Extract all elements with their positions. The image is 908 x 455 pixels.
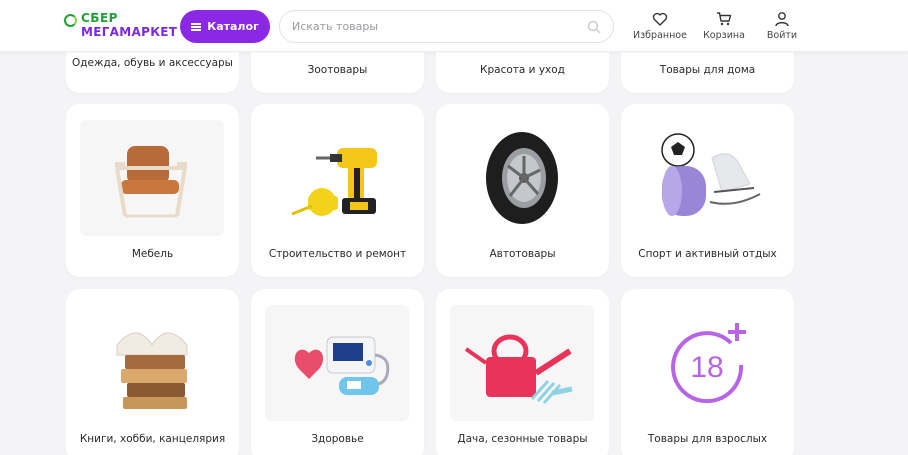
- menu-icon: [191, 22, 202, 31]
- category-label: Спорт и активный отдых: [638, 248, 777, 260]
- category-card-books[interactable]: Книги, хобби, канцелярия: [66, 289, 239, 455]
- search-bar: [279, 10, 614, 43]
- category-card-garden[interactable]: Дача, сезонные товары: [436, 289, 609, 455]
- logo-top-text: СБЕР: [81, 11, 118, 25]
- category-label: Автотовары: [489, 248, 556, 260]
- health-devices-image: [265, 305, 409, 421]
- search-input[interactable]: [292, 11, 582, 42]
- tire-image: [450, 120, 594, 236]
- catalog-button-label: Каталог: [207, 20, 259, 33]
- category-label: Товары для дома: [659, 64, 756, 76]
- category-card-furniture[interactable]: Мебель: [66, 104, 239, 277]
- category-label: Книги, хобби, канцелярия: [79, 433, 226, 445]
- armchair-image: [80, 120, 224, 236]
- favorites-label: Избранное: [633, 30, 687, 41]
- adult-18-image: 18: [635, 305, 779, 421]
- site-header: СБЕР МЕГАМАРКЕТ Каталог Избранное Корзин…: [0, 0, 908, 52]
- category-label: Дача, сезонные товары: [457, 433, 588, 445]
- category-label: Одежда, обувь и аксессуары: [72, 57, 233, 69]
- logo-bottom-text: МЕГАМАРКЕТ: [81, 25, 178, 39]
- heart-icon: [652, 12, 668, 26]
- watering-can-image: [450, 305, 594, 421]
- category-card-health[interactable]: Здоровье: [251, 289, 424, 455]
- category-card-adult[interactable]: 18 Товары для взрослых: [621, 289, 794, 455]
- category-card-construction[interactable]: Строительство и ремонт: [251, 104, 424, 277]
- category-card-sport[interactable]: Спорт и активный отдых: [621, 104, 794, 277]
- sport-gear-image: [635, 120, 779, 236]
- login-label: Войти: [766, 30, 798, 41]
- user-icon: [775, 12, 789, 27]
- login-button[interactable]: Войти: [764, 11, 800, 43]
- cart-button[interactable]: Корзина: [702, 11, 746, 43]
- cart-label: Корзина: [703, 30, 745, 41]
- category-card-auto[interactable]: Автотовары: [436, 104, 609, 277]
- drill-image: [265, 120, 409, 236]
- books-image: [80, 305, 224, 421]
- category-label: Зоотовары: [307, 64, 368, 76]
- category-label: Строительство и ремонт: [268, 248, 407, 260]
- category-grid: Одежда, обувь и аксессуары Зоотовары Кра…: [0, 0, 908, 455]
- category-label: Здоровье: [311, 433, 364, 445]
- adult-badge-text: 18: [690, 351, 723, 384]
- favorites-button[interactable]: Избранное: [632, 11, 688, 43]
- category-label: Товары для взрослых: [647, 433, 768, 445]
- catalog-button[interactable]: Каталог: [180, 10, 270, 43]
- cart-icon: [717, 12, 732, 26]
- search-icon[interactable]: [587, 20, 601, 34]
- sbermegamarket-logo[interactable]: СБЕР МЕГАМАРКЕТ: [64, 11, 178, 41]
- category-label: Красота и уход: [480, 64, 565, 76]
- sber-logo-icon: [64, 14, 77, 27]
- category-label: Мебель: [131, 248, 174, 260]
